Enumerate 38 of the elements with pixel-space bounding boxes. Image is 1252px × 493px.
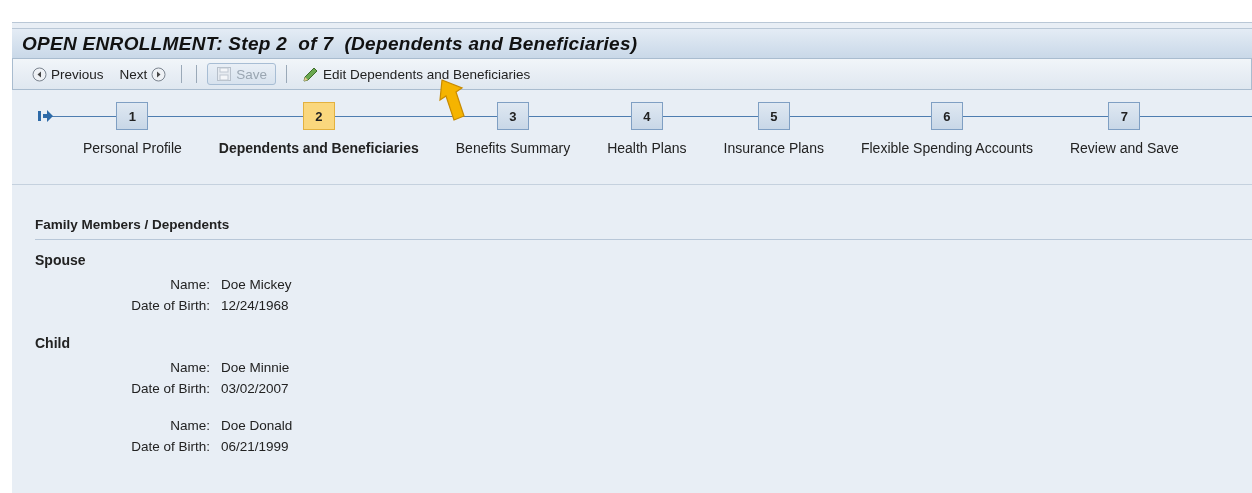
field-value: 03/02/2007 xyxy=(221,381,289,396)
field-value: Doe Mickey xyxy=(221,277,292,292)
step-number[interactable]: 1 xyxy=(116,102,149,130)
pencil-icon xyxy=(302,65,320,83)
field-label: Date of Birth: xyxy=(131,381,210,396)
field-value: Doe Minnie xyxy=(221,360,290,375)
field-label: Name: xyxy=(170,277,210,292)
step-number[interactable]: 3 xyxy=(496,102,529,130)
field-label: Date of Birth: xyxy=(131,439,210,454)
group-title: Spouse xyxy=(35,252,87,268)
section-title: Family Members / Dependents xyxy=(35,217,1252,240)
field-label: Name: xyxy=(170,360,210,375)
edit-button[interactable]: Edit Dependents and Beneficiaries xyxy=(297,62,536,86)
previous-icon xyxy=(32,66,47,82)
save-icon xyxy=(216,66,233,82)
field-value: Doe Donald xyxy=(221,418,293,433)
step-number[interactable]: 5 xyxy=(757,102,790,130)
step-number[interactable]: 7 xyxy=(1108,102,1141,130)
step-label[interactable]: Health Plans xyxy=(607,140,687,156)
field-label: Date of Birth: xyxy=(131,298,210,313)
field-value: 06/21/1999 xyxy=(221,439,289,454)
step-label[interactable]: Insurance Plans xyxy=(723,140,824,156)
next-button[interactable]: Next xyxy=(114,63,172,85)
field-label: Name: xyxy=(170,418,210,433)
next-icon xyxy=(151,66,167,82)
step-label[interactable]: Benefits Summary xyxy=(455,140,571,156)
window-title: OPEN ENROLLMENT: Step 2 of 7 (Dependents and Beneficiaries) xyxy=(22,32,638,55)
step-number[interactable]: 6 xyxy=(930,102,963,130)
step-label[interactable]: Dependents and Beneficiaries xyxy=(218,140,419,156)
previous-button[interactable]: Previous xyxy=(27,63,109,85)
step-label[interactable]: Personal Profile xyxy=(83,140,182,156)
field-value: 12/24/1968 xyxy=(221,298,289,313)
start-icon xyxy=(38,109,54,123)
step-number[interactable]: 4 xyxy=(630,102,663,130)
step-number[interactable]: 2 xyxy=(302,102,335,130)
step-label[interactable]: Flexible Spending Accounts xyxy=(860,140,1033,156)
group-title: Child xyxy=(35,335,71,351)
step-label[interactable]: Review and Save xyxy=(1069,140,1179,156)
